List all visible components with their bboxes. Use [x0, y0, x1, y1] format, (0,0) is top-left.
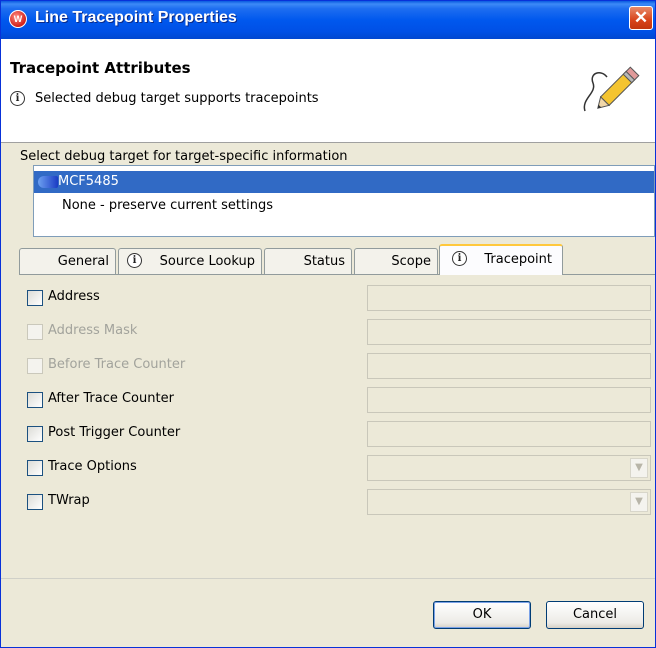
address-field[interactable]: [367, 285, 651, 311]
page-title: Tracepoint Attributes: [10, 59, 191, 77]
before-trace-counter-checkbox[interactable]: [27, 358, 43, 374]
after-trace-counter-row: After Trace Counter: [27, 387, 651, 413]
header-message: Selected debug target supports tracepoin…: [35, 91, 319, 106]
tab-tracepoint[interactable]: i Tracepoint: [439, 244, 563, 275]
list-item[interactable]: None - preserve current settings: [34, 195, 654, 217]
tab-label: Tracepoint: [484, 252, 552, 267]
tab-label: Source Lookup: [159, 254, 255, 269]
after-trace-counter-field[interactable]: [367, 387, 651, 413]
post-trigger-counter-checkbox[interactable]: [27, 426, 43, 442]
tab-label: General: [57, 254, 109, 269]
address-mask-checkbox[interactable]: [27, 324, 43, 340]
tab-scope[interactable]: Scope: [354, 248, 438, 274]
tab-status[interactable]: Status: [264, 248, 352, 274]
post-trigger-counter-field[interactable]: [367, 421, 651, 447]
trace-options-row: Trace Options ▼: [27, 455, 651, 481]
address-row: Address: [27, 285, 651, 311]
button-bar: OK Cancel: [1, 578, 655, 647]
tab-label: Scope: [391, 254, 431, 269]
before-trace-counter-row: Before Trace Counter: [27, 353, 651, 379]
twrap-label: TWrap: [48, 493, 90, 508]
cancel-button[interactable]: Cancel: [546, 601, 644, 629]
target-selection-label: Select debug target for target-specific …: [20, 149, 348, 164]
window-title: Line Tracepoint Properties: [35, 9, 237, 26]
chevron-down-icon[interactable]: ▼: [630, 492, 648, 512]
address-mask-label: Address Mask: [48, 323, 138, 338]
debug-target-icon: [38, 176, 58, 188]
tab-bar: General i Source Lookup Status Scope i T…: [19, 244, 655, 275]
after-trace-counter-label: After Trace Counter: [48, 391, 174, 406]
twrap-select[interactable]: ▼: [367, 489, 651, 515]
debug-target-list[interactable]: MCF5485 None - preserve current settings: [33, 165, 655, 237]
before-trace-counter-label: Before Trace Counter: [48, 357, 186, 372]
wind-river-icon: W: [9, 10, 27, 28]
title-bar[interactable]: W Line Tracepoint Properties ✕: [1, 1, 655, 39]
target-item-label: None - preserve current settings: [62, 198, 273, 213]
info-icon: i: [10, 91, 25, 106]
list-item[interactable]: MCF5485: [34, 171, 654, 193]
address-checkbox[interactable]: [27, 290, 43, 306]
dialog-header: Tracepoint Attributes i Selected debug t…: [1, 39, 655, 143]
tracepoint-panel: Address Address Mask Before Trace Counte…: [19, 274, 655, 578]
address-label: Address: [48, 289, 100, 304]
trace-options-checkbox[interactable]: [27, 460, 43, 476]
trace-options-select[interactable]: ▼: [367, 455, 651, 481]
trace-options-label: Trace Options: [48, 459, 137, 474]
twrap-row: TWrap ▼: [27, 489, 651, 515]
dialog-window: W Line Tracepoint Properties ✕ Tracepoin…: [0, 0, 656, 648]
post-trigger-counter-row: Post Trigger Counter: [27, 421, 651, 447]
tab-general[interactable]: General: [19, 248, 116, 274]
info-icon: i: [127, 253, 142, 268]
info-icon: i: [452, 251, 467, 266]
ok-button[interactable]: OK: [433, 601, 531, 629]
tab-source-lookup[interactable]: i Source Lookup: [118, 248, 262, 274]
chevron-down-icon[interactable]: ▼: [630, 458, 648, 478]
before-trace-counter-field[interactable]: [367, 353, 651, 379]
target-item-label: MCF5485: [58, 174, 119, 189]
after-trace-counter-checkbox[interactable]: [27, 392, 43, 408]
close-button[interactable]: ✕: [629, 6, 653, 30]
twrap-checkbox[interactable]: [27, 494, 43, 510]
address-mask-row: Address Mask: [27, 319, 651, 345]
address-mask-field[interactable]: [367, 319, 651, 345]
tab-label: Status: [303, 254, 345, 269]
post-trigger-counter-label: Post Trigger Counter: [48, 425, 181, 440]
pencil-icon: [583, 66, 640, 112]
